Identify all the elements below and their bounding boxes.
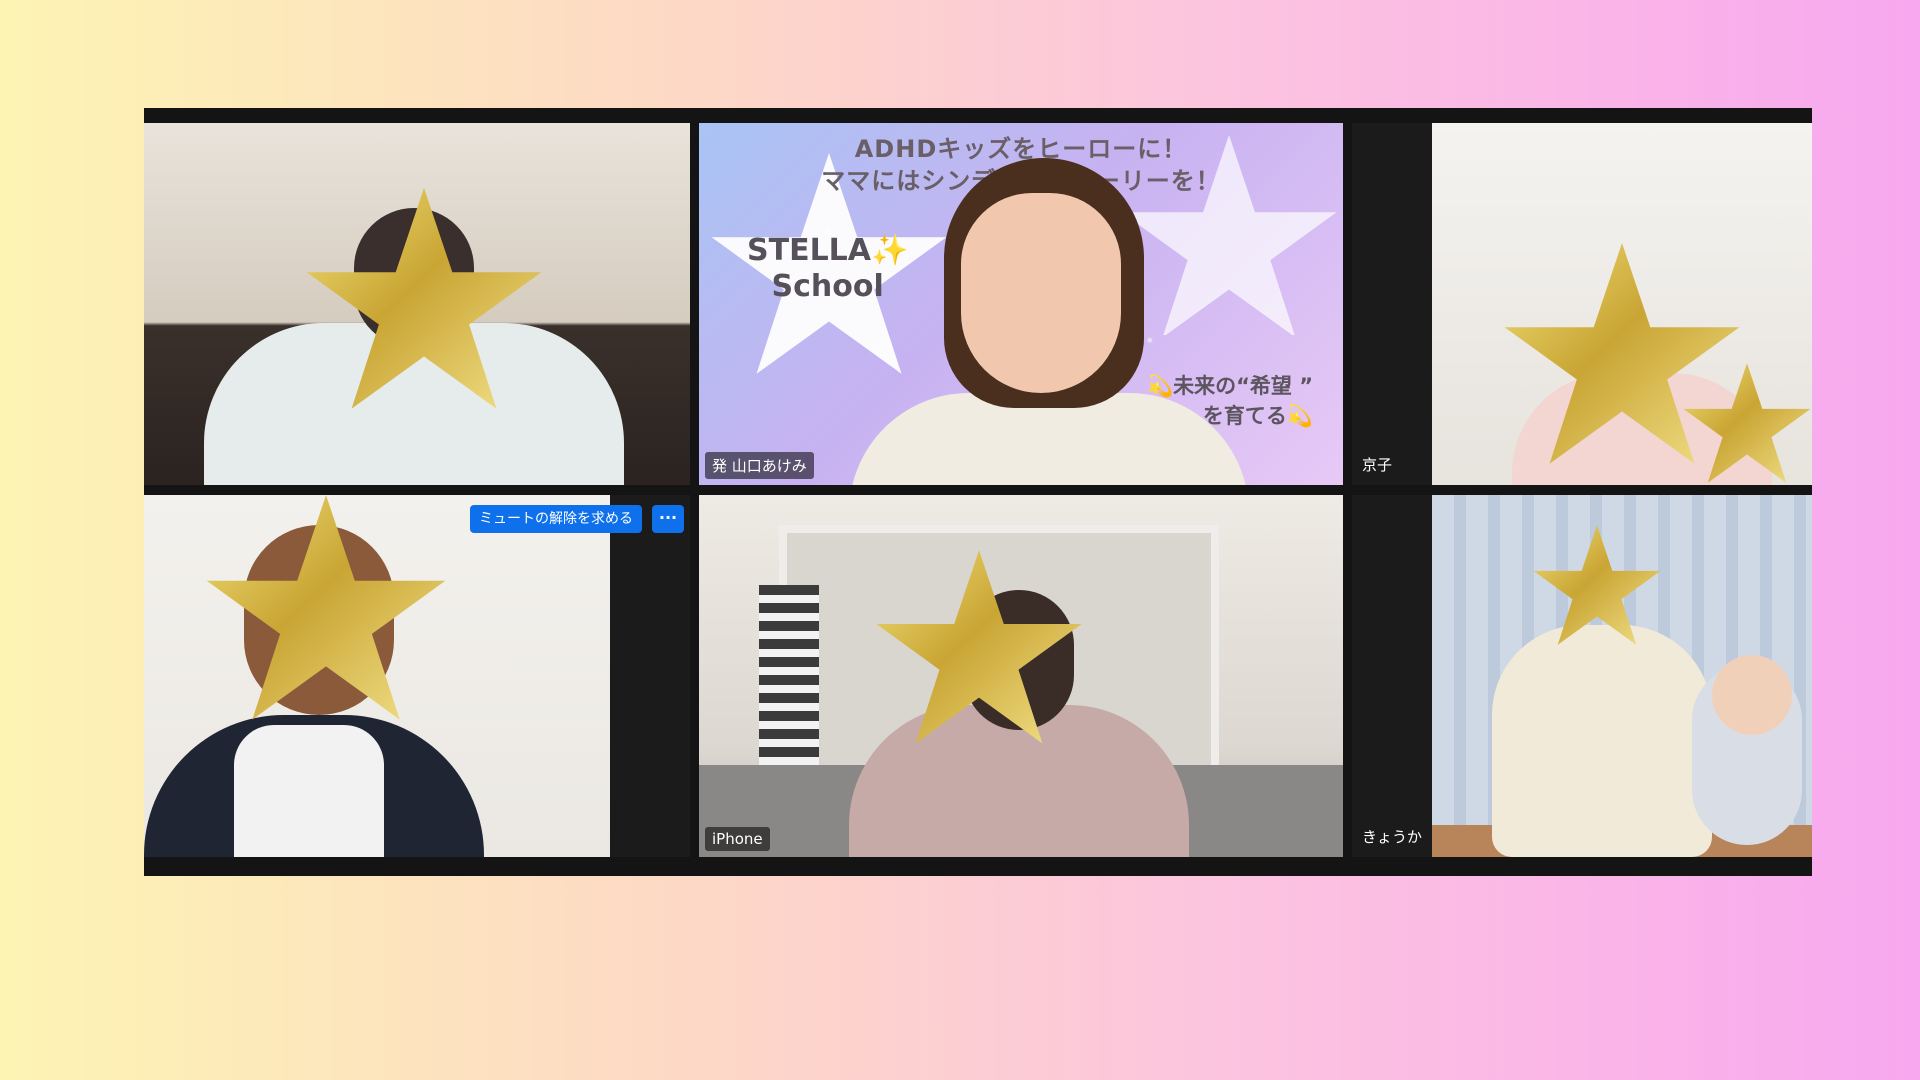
participant-tile-4[interactable]: ミュートの解除を求める ··· <box>144 495 690 857</box>
brand-name: STELLA <box>747 233 872 268</box>
baby-head <box>1712 655 1792 735</box>
brand-logo: STELLA✨ School <box>747 233 908 305</box>
more-icon[interactable]: ··· <box>652 505 684 533</box>
brand-subtitle: School <box>771 269 884 304</box>
star-icon <box>1682 363 1812 485</box>
participant-tile-2[interactable]: ADHDキッズをヒーローに！ ママにはシンデレラストーリーを！ STELLA✨ … <box>699 123 1343 485</box>
participant-tile-5[interactable]: iPhone <box>699 495 1343 857</box>
tagline-line1: 💫未来の“希望 ” <box>1146 374 1313 398</box>
participant-name: iPhone <box>705 827 770 851</box>
star-icon <box>204 495 448 727</box>
video-grid: ADHDキッズをヒーローに！ ママにはシンデレラストーリーを！ STELLA✨ … <box>144 108 1812 876</box>
star-icon <box>1532 525 1662 649</box>
slide-title-line1: ADHDキッズをヒーローに！ <box>854 135 1188 163</box>
presenter-face <box>961 193 1121 393</box>
participant-tile-3[interactable]: 京子 <box>1352 123 1812 485</box>
participant-name: 発 山口あけみ <box>705 452 814 479</box>
participant-tile-1[interactable] <box>144 123 690 485</box>
sparkle-icon: ✨ <box>871 233 909 268</box>
ask-to-unmute-button[interactable]: ミュートの解除を求める <box>470 505 642 533</box>
star-icon <box>874 550 1084 750</box>
participant-shirt <box>234 725 384 857</box>
participant-tile-6[interactable]: きょうか <box>1352 495 1812 857</box>
participant-name: きょうか <box>1362 828 1423 846</box>
star-icon <box>304 188 544 416</box>
window-blind <box>759 585 819 785</box>
participant-name: 京子 <box>1362 456 1393 474</box>
participant-body <box>1492 625 1712 857</box>
